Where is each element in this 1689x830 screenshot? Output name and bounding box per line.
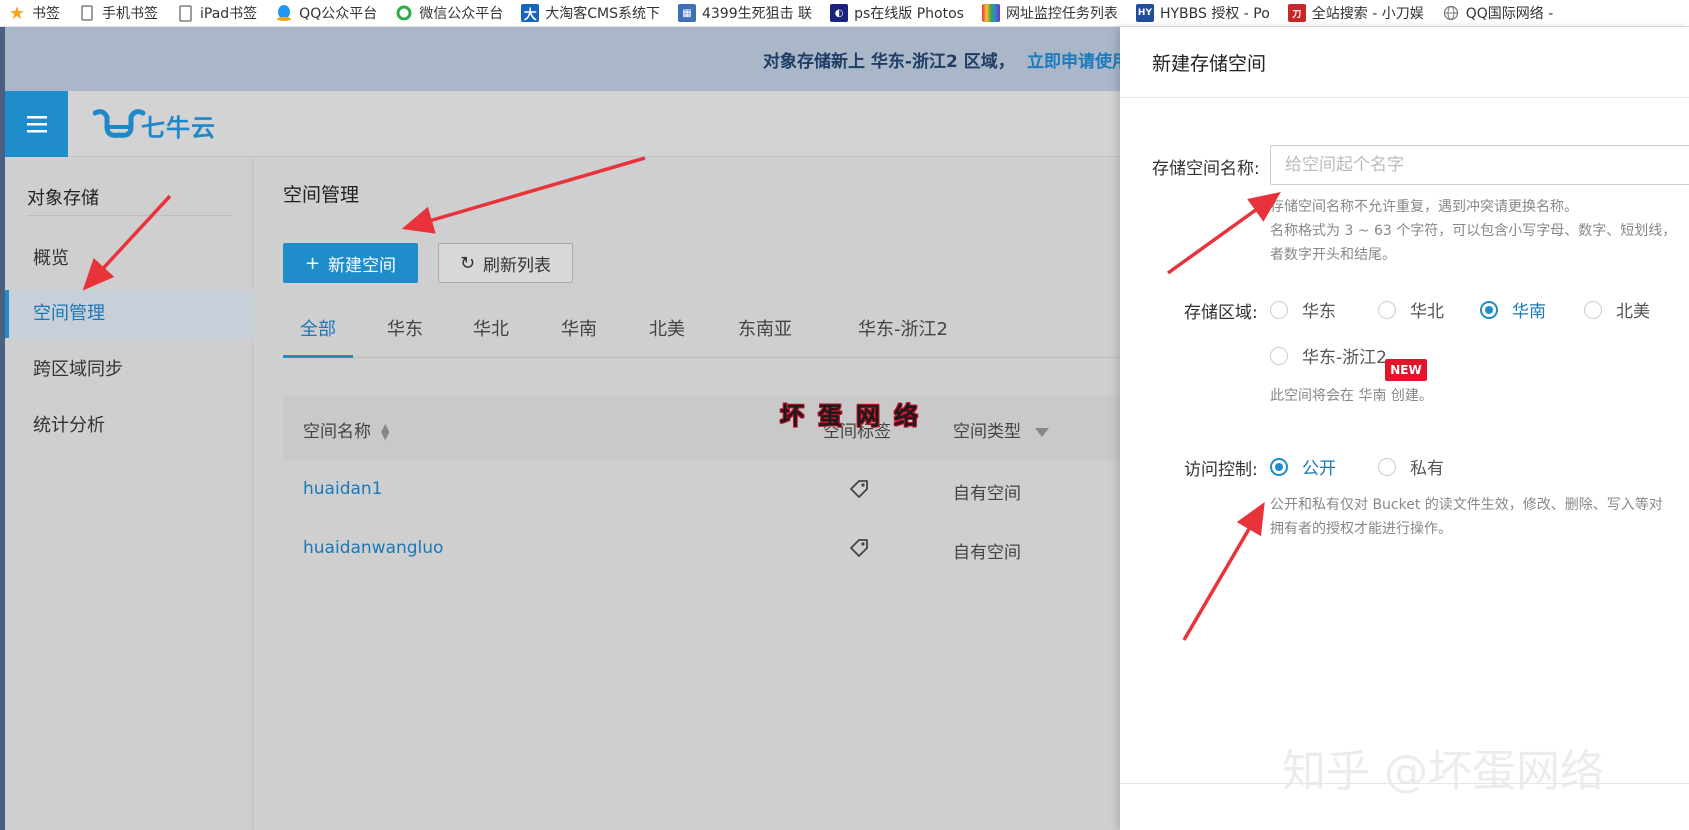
radio-icon xyxy=(1584,300,1602,319)
region-radio-east-china-zhejiang2[interactable]: 华东-浙江2 xyxy=(1270,343,1387,368)
new-bucket-label: 新建空间 xyxy=(328,255,397,276)
radio-icon xyxy=(1270,300,1288,319)
sidebar-item-statistics[interactable]: 统计分析 xyxy=(5,402,253,450)
tab-north-china[interactable]: 华北 xyxy=(461,312,521,358)
bookmark-item[interactable]: 大大淘客CMS系统下 xyxy=(521,3,660,23)
region-help: 此空间将会在 华南 创建。 xyxy=(1270,388,1433,404)
region-radio-east-china[interactable]: 华东 xyxy=(1270,297,1336,322)
bucket-type: 自有空间 xyxy=(953,543,1021,563)
banner-link[interactable]: 立即申请使用 xyxy=(1027,47,1129,72)
tag-icon[interactable] xyxy=(846,535,872,561)
sidebar-item-overview[interactable]: 概览 xyxy=(5,235,253,283)
tab-east-china[interactable]: 华东 xyxy=(375,312,435,358)
create-bucket-drawer: 新建存储空间 存储空间名称: 存储空间名称不允许重复，遇到冲突请更换名称。 名称… xyxy=(1120,27,1689,830)
ps-icon: ◐ xyxy=(830,4,849,22)
bookmark-item[interactable]: 微信公众平台 xyxy=(395,3,503,23)
tag-icon[interactable] xyxy=(846,476,872,502)
arrow-icon xyxy=(401,156,646,234)
drawer-divider xyxy=(1120,97,1689,98)
globe-icon xyxy=(1442,4,1460,22)
hamburger-icon xyxy=(26,116,47,133)
name-help-line: 存储空间名称不允许重复，遇到冲突请更换名称。 xyxy=(1270,199,1578,215)
star-icon: ★ xyxy=(8,3,26,23)
access-radio-private[interactable]: 私有 xyxy=(1378,454,1444,479)
tab-south-china[interactable]: 华南 xyxy=(549,312,609,358)
table-row: huaidanwangluo 自有空间 xyxy=(283,520,1120,578)
bookmark-item[interactable]: QQ公众平台 xyxy=(275,3,377,23)
sidebar-divider xyxy=(27,215,232,216)
access-help-line: 拥有者的授权才能进行操作。 xyxy=(1270,521,1452,537)
bookmark-item[interactable]: HY HYBBS 授权 - Po xyxy=(1135,3,1270,23)
new-badge: NEW xyxy=(1385,359,1427,381)
refresh-list-button[interactable]: ↻ 刷新列表 xyxy=(438,243,573,283)
bucket-name-link[interactable]: huaidanwangluo xyxy=(303,538,443,558)
bookmark-item[interactable]: ▦ 4399生死狙击 联 xyxy=(677,3,812,23)
radio-checked-icon xyxy=(1480,300,1498,319)
bookmarks-bar: ★ 书签 手机书签 iPad书签 QQ公众平台 微信公众平台 大大淘客CMS系统下… xyxy=(0,0,1689,27)
bookmark-item[interactable]: QQ国际网络 - xyxy=(1442,3,1553,23)
plus-icon: + xyxy=(304,252,321,274)
bucket-type: 自有空间 xyxy=(953,484,1021,504)
name-help-line: 名称格式为 3 ~ 63 个字符，可以包含小写字母、数字、短划线， xyxy=(1270,223,1677,239)
xiaodao-icon: 刀 xyxy=(1287,4,1306,22)
hybbs-icon: HY xyxy=(1135,4,1154,22)
column-header-name[interactable]: 空间名称 ▲ ▼ xyxy=(303,417,389,442)
table-header: 空间名称 ▲ ▼ 空间标签 空间类型 xyxy=(283,395,1120,461)
brand-name: 七牛云 xyxy=(141,114,216,142)
region-label: 存储区域: xyxy=(1184,303,1258,323)
zhihu-watermark: 知乎 @坏蛋网络 xyxy=(1282,746,1604,797)
access-help-line: 公开和私有仅对 Bucket 的读文件生效，修改、删除、写入等对 xyxy=(1270,497,1663,513)
tablet-icon xyxy=(176,4,194,22)
bookmark-item[interactable]: 手机书签 xyxy=(78,3,158,23)
page-title: 空间管理 xyxy=(283,184,360,206)
monitor-icon xyxy=(981,4,1000,22)
radio-checked-icon xyxy=(1270,457,1288,476)
bookmark-item[interactable]: ★ 书签 xyxy=(8,3,60,23)
sidebar: 对象存储 概览 空间管理 跨区域同步 统计分析 xyxy=(5,158,253,830)
filter-icon[interactable] xyxy=(1035,427,1049,437)
game-icon: ▦ xyxy=(677,4,696,22)
table-row: huaidan1 自有空间 xyxy=(283,461,1120,519)
region-radio-south-china[interactable]: 华南 xyxy=(1480,297,1546,322)
wechat-icon xyxy=(395,4,413,22)
bookmark-item[interactable]: ◐ ps在线版 Photos xyxy=(830,3,964,23)
drawer-title: 新建存储空间 xyxy=(1152,53,1267,75)
banner-text: 对象存储新上 华东-浙江2 区域， xyxy=(763,52,1015,72)
radio-icon xyxy=(1270,346,1288,365)
name-help-line: 者数字开头和结尾。 xyxy=(1270,247,1396,263)
bucket-name-input[interactable] xyxy=(1270,145,1689,185)
region-radio-north-america[interactable]: 北美 xyxy=(1584,297,1650,322)
menu-button[interactable] xyxy=(5,91,68,157)
app-header: 七牛云 xyxy=(5,91,1120,157)
bucket-name-label: 存储空间名称: xyxy=(1152,159,1260,179)
sidebar-title: 对象存储 xyxy=(27,188,99,209)
tab-east-china-zhejiang2[interactable]: 华东-浙江2 xyxy=(843,312,963,358)
tab-all[interactable]: 全部 xyxy=(283,312,353,358)
radio-icon xyxy=(1378,300,1396,319)
phone-icon xyxy=(78,4,96,22)
tab-southeast-asia[interactable]: 东南亚 xyxy=(725,312,805,358)
sort-icon[interactable]: ▲ ▼ xyxy=(381,422,389,441)
sidebar-item-cross-region-sync[interactable]: 跨区域同步 xyxy=(5,346,253,394)
column-header-type[interactable]: 空间类型 xyxy=(953,417,1049,442)
radio-icon xyxy=(1378,457,1396,476)
new-bucket-button[interactable]: + 新建空间 xyxy=(283,243,418,283)
dataoke-icon: 大 xyxy=(521,4,540,23)
refresh-icon: ↻ xyxy=(459,252,476,274)
access-radio-public[interactable]: 公开 xyxy=(1270,454,1336,479)
bookmark-item[interactable]: iPad书签 xyxy=(176,3,257,23)
bucket-name-link[interactable]: huaidan1 xyxy=(303,479,383,499)
refresh-list-label: 刷新列表 xyxy=(483,255,552,276)
access-label: 访问控制: xyxy=(1184,460,1258,480)
bookmark-item[interactable]: 刀全站搜索 - 小刀娱 xyxy=(1287,3,1424,23)
qq-icon xyxy=(275,4,293,22)
bookmark-item[interactable]: 网址监控任务列表 xyxy=(981,3,1118,23)
region-tabs: 全部 华东 华北 华南 北美 东南亚 华东-浙江2 xyxy=(283,312,1120,358)
watermark-text: 坏蛋网络 xyxy=(780,402,932,430)
region-radio-north-china[interactable]: 华北 xyxy=(1378,297,1444,322)
sidebar-item-bucket-management[interactable]: 空间管理 xyxy=(5,290,253,338)
drawer-footer-divider xyxy=(1120,783,1689,784)
tab-north-america[interactable]: 北美 xyxy=(637,312,697,358)
promo-banner: 对象存储新上 华东-浙江2 区域， 立即申请使用 xyxy=(5,27,1129,91)
